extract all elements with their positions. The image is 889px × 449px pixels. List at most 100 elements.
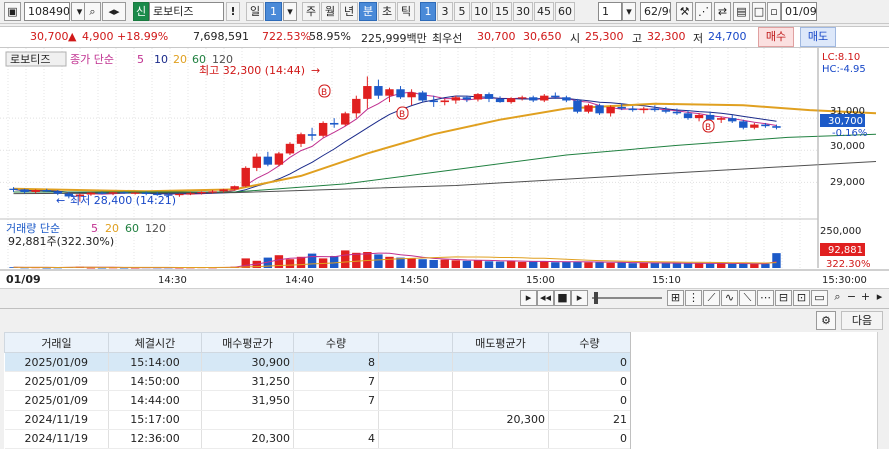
date-checkbox[interactable]: □ <box>752 2 766 21</box>
tool-icon-1[interactable]: ⊞ <box>667 290 684 306</box>
candle-body <box>716 118 726 120</box>
chart-tools-icon[interactable]: ⚒ <box>676 2 693 21</box>
col-sell-qty[interactable]: 수량 <box>548 332 631 353</box>
volume-bar <box>761 263 770 268</box>
candle-body <box>219 189 228 192</box>
candle-body <box>20 189 29 192</box>
stock-code-input[interactable]: 108490 <box>24 2 70 21</box>
search-icon[interactable]: ⌕ <box>84 2 101 21</box>
next-button[interactable]: 다음 <box>841 311 883 330</box>
time-tick-1450: 14:50 <box>400 275 429 286</box>
count-input[interactable]: 1 <box>598 2 622 21</box>
price-chart-area[interactable]: LC:8.10 HC:-4.95 31,000 30,000 29,000 30… <box>0 48 889 288</box>
candle-body <box>208 191 217 193</box>
stop-icon[interactable]: ■ <box>554 290 571 306</box>
rewind-icon[interactable]: ◂◂ <box>537 290 554 306</box>
candle-body <box>451 97 461 101</box>
tool-icon-8[interactable]: ⊡ <box>793 290 810 306</box>
zoom-slider[interactable] <box>592 297 662 299</box>
candle-body <box>551 95 560 98</box>
tool-icon-3[interactable]: ⟋ <box>703 290 720 306</box>
play-icon[interactable]: ▸ <box>571 290 588 306</box>
candlestick-chart[interactable]: LC:8.10 HC:-4.95 31,000 30,000 29,000 30… <box>0 48 889 288</box>
col-buy-avg[interactable]: 매수평균가 <box>201 332 294 353</box>
high-annotation: 최고 32,300 (14:44) <box>199 64 305 77</box>
period-dropdown-icon[interactable]: ▾ <box>283 2 297 21</box>
cell-date: 2025/01/09 <box>4 371 109 392</box>
table-row[interactable]: 2024/11/19 15:17:00 20,300 21 <box>4 410 631 430</box>
grid-lines <box>0 48 818 268</box>
volume-bar <box>584 262 593 268</box>
cell-date: 2024/11/19 <box>4 410 109 430</box>
volume-bar <box>573 261 582 268</box>
buy-button[interactable]: 매수 <box>758 27 794 47</box>
col-trade-date[interactable]: 거래일 <box>4 332 109 353</box>
interval-3-button[interactable]: 3 <box>437 2 453 21</box>
stock-name-field[interactable]: 로보티즈 <box>149 2 224 21</box>
count-dropdown-icon[interactable]: ▾ <box>622 2 636 21</box>
period-minute-button[interactable]: 분 <box>359 2 377 21</box>
table-row[interactable]: 2024/11/19 12:36:00 20,300 4 0 <box>4 429 631 449</box>
indicator-icon[interactable]: ⋰ <box>695 2 712 21</box>
interval-5-button[interactable]: 5 <box>454 2 470 21</box>
candle-body <box>285 143 295 154</box>
volume-bar <box>617 262 626 268</box>
col-buy-qty[interactable]: 수량 <box>293 332 379 353</box>
tool-icon-9[interactable]: ▭ <box>811 290 828 306</box>
volume: 7,698,591 <box>193 30 249 43</box>
period-second-button[interactable]: 초 <box>378 2 396 21</box>
save-icon[interactable]: ▤ <box>733 2 750 21</box>
interval-10-button[interactable]: 10 <box>471 2 491 21</box>
col-sell-avg[interactable]: 매도평균가 <box>452 332 549 353</box>
table-row[interactable]: 2025/01/09 14:44:00 31,950 7 0 <box>4 390 631 411</box>
candle-body <box>263 156 273 165</box>
period-value[interactable]: 1 <box>265 2 282 21</box>
prev-next-stock-icon[interactable]: ◂▸ <box>102 2 126 21</box>
ma-legend-label: 종가 단순 <box>70 53 114 66</box>
zoom-slider-handle[interactable] <box>594 292 598 304</box>
interval-60-button[interactable]: 60 <box>555 2 575 21</box>
interval-1-button[interactable]: 1 <box>420 2 436 21</box>
interval-15-button[interactable]: 15 <box>492 2 512 21</box>
expand-icon[interactable]: ▸ <box>871 290 888 306</box>
settings-gear-icon[interactable]: ⚙ <box>816 311 836 330</box>
tool-icon-6[interactable]: ⋯ <box>757 290 774 306</box>
tool-icon-5[interactable]: ⟍ <box>739 290 756 306</box>
tool-icon-4[interactable]: ∿ <box>721 290 738 306</box>
volume-bar <box>440 259 449 268</box>
calendar-icon[interactable]: ▫ <box>767 2 781 21</box>
alert-button[interactable]: ! <box>226 2 240 21</box>
volume-bar <box>672 263 682 268</box>
time-tick-1510: 15:10 <box>652 275 681 286</box>
sell-button[interactable]: 매도 <box>800 27 836 47</box>
table-vertical-scrollbar[interactable] <box>877 332 889 449</box>
period-day-button[interactable]: 일 <box>246 2 264 21</box>
ma20-legend: 20 <box>173 53 187 66</box>
date-input[interactable]: 01/09 <box>781 2 817 21</box>
candle-body <box>705 114 715 120</box>
tool-icon-2[interactable]: ⋮ <box>685 290 702 306</box>
interval-30-button[interactable]: 30 <box>513 2 533 21</box>
vol-ma60-legend: 60 <box>125 222 139 235</box>
col-exec-time[interactable]: 체결시간 <box>108 332 202 353</box>
period-week-button[interactable]: 주 <box>302 2 320 21</box>
scroll-right-icon[interactable]: ▸ <box>520 290 537 306</box>
volume-bar <box>739 263 748 268</box>
period-month-button[interactable]: 월 <box>321 2 339 21</box>
period-tick-button[interactable]: 틱 <box>397 2 415 21</box>
col-empty <box>378 332 453 353</box>
candle-body <box>595 105 604 114</box>
candle-body <box>584 105 593 112</box>
candle-body <box>363 86 372 99</box>
time-tick-1430: 14:30 <box>158 275 187 286</box>
table-row[interactable]: 2025/01/09 15:14:00 30,900 8 0 <box>4 352 631 373</box>
volume-bar <box>451 260 461 268</box>
tool-icon-7[interactable]: ⊟ <box>775 290 792 306</box>
compare-icon[interactable]: ⇄ <box>714 2 731 21</box>
candle-body <box>418 92 427 101</box>
interval-45-button[interactable]: 45 <box>534 2 554 21</box>
table-row[interactable]: 2025/01/09 14:50:00 31,250 7 0 <box>4 371 631 392</box>
candle-body <box>772 126 781 128</box>
window-icon[interactable]: ▣ <box>4 2 21 21</box>
period-year-button[interactable]: 년 <box>340 2 358 21</box>
